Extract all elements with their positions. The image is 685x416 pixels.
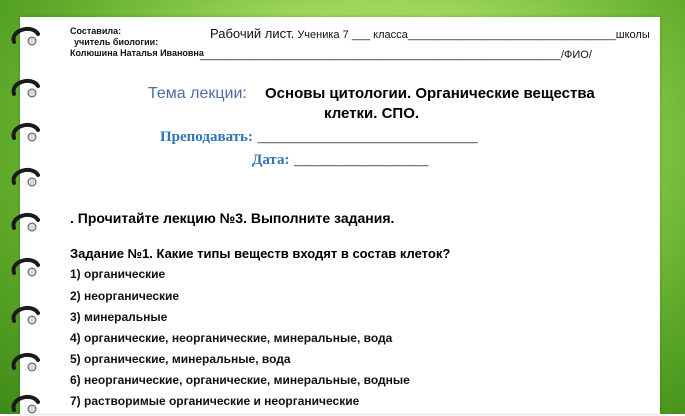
task1-option: 7) растворимые органические и неорганиче…: [70, 394, 360, 408]
teacher-label: Преподавать:: [160, 129, 253, 145]
teacher-blank: ____________________________________: [257, 132, 478, 144]
fio-line: ________________________________________…: [200, 49, 592, 61]
task1-option: 4) органические, неорганические, минерал…: [70, 331, 393, 345]
task1-option: 5) органические, минеральные, вода: [70, 352, 291, 366]
student-class-line: Ученика 7 ___ класса____________________…: [297, 29, 650, 41]
topic-title-line2: клетки. СПО.: [324, 105, 420, 122]
date-blank: ______________________: [293, 155, 429, 167]
task1-option: 6) неорганические, органические, минерал…: [70, 373, 410, 387]
date-label: Дата:: [252, 152, 290, 168]
topic-title-line1: Основы цитологии. Органические вещества: [265, 85, 595, 102]
worksheet-header: Рабочий лист. Ученика 7 ___ класса______…: [210, 26, 650, 41]
task1-option: 1) органические: [70, 267, 166, 281]
author-line1: Составила:: [70, 26, 122, 36]
spiral-ring-icon: [11, 257, 40, 277]
teacher-field: Преподавать: ___________________________…: [160, 128, 478, 146]
spiral-ring-icon: [11, 212, 40, 232]
instruction: . Прочитайте лекцию №3. Выполните задани…: [70, 210, 395, 226]
worksheet-page: Составила: учитель биологии: Колюшина На…: [20, 17, 660, 414]
task1-option: 3) минеральные: [70, 310, 168, 324]
task1-question: Задание №1. Какие типы веществ входят в …: [70, 246, 451, 261]
spiral-ring-icon: [11, 352, 40, 372]
task1-option: 2) неорганические: [70, 289, 180, 303]
topic-label: Тема лекции:: [148, 85, 247, 102]
worksheet-label: Рабочий лист.: [210, 26, 295, 41]
spiral-ring-icon: [11, 78, 40, 98]
date-field: Дата: ______________________: [252, 151, 429, 169]
spiral-ring-icon: [11, 122, 40, 142]
spiral-ring-icon: [11, 167, 40, 187]
spiral-ring-icon: [11, 305, 40, 325]
spiral-ring-icon: [11, 26, 40, 46]
author-line2: учитель биологии:: [74, 37, 159, 47]
spiral-ring-icon: [11, 394, 40, 414]
author-name: Колюшина Наталья Ивановна: [70, 48, 204, 58]
